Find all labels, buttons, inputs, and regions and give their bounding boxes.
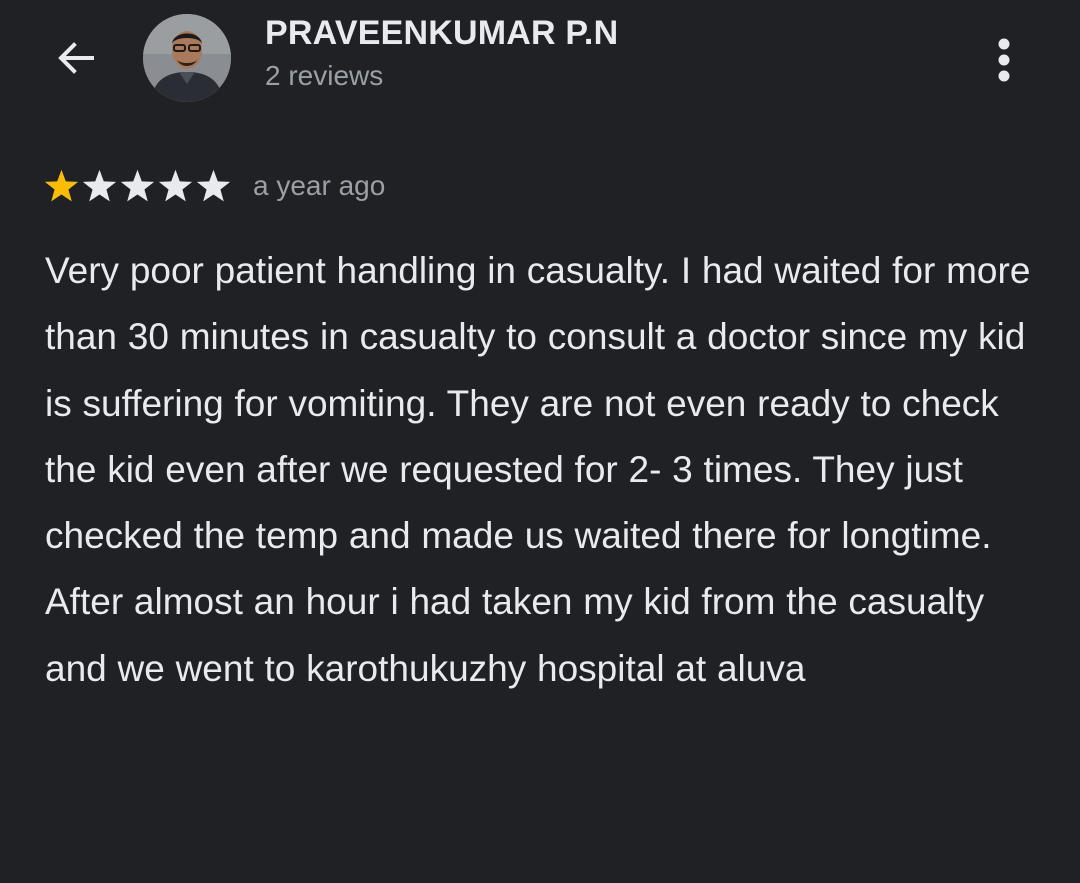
reviewer-name[interactable]: PRAVEENKUMAR P.N <box>265 14 618 53</box>
star-empty-icon <box>120 169 155 201</box>
avatar[interactable] <box>143 14 231 102</box>
reviewer-header: PRAVEENKUMAR P.N 2 reviews <box>0 0 1080 120</box>
more-vert-icon <box>998 38 1010 82</box>
more-options-button[interactable] <box>978 30 1030 90</box>
arrow-left-icon <box>58 42 94 74</box>
star-empty-icon <box>82 169 117 201</box>
star-empty-icon <box>158 169 193 201</box>
review-meta: a year ago <box>44 166 385 206</box>
back-button[interactable] <box>40 26 112 90</box>
star-empty-icon <box>196 169 231 201</box>
reviewer-photo <box>143 14 231 102</box>
star-rating <box>44 169 231 204</box>
review-text: Very poor patient handling in casualty. … <box>45 250 1031 689</box>
reviewer-review-count: 2 reviews <box>265 60 384 91</box>
review-time: a year ago <box>253 170 386 201</box>
star-filled-icon <box>44 169 79 201</box>
